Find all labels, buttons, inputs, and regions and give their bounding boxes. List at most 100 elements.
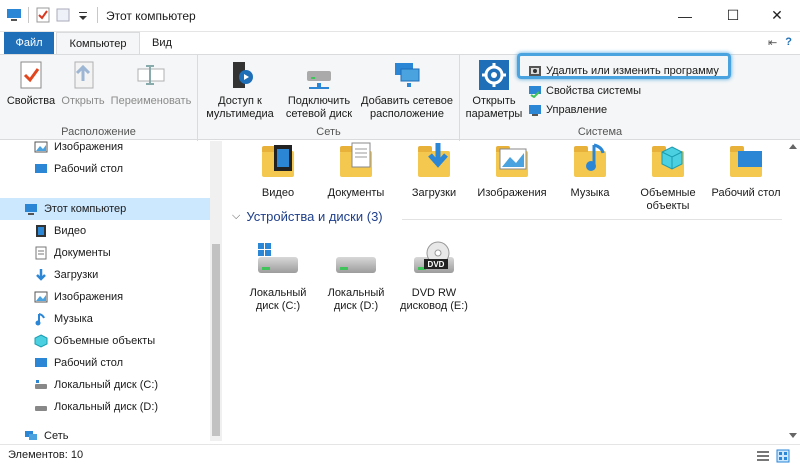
nav-scrollbar[interactable] — [210, 141, 222, 441]
rename-button[interactable]: Переименовать — [108, 59, 194, 108]
network-icon — [24, 429, 38, 443]
nav-item-label: Загрузки — [54, 269, 99, 281]
video-folder-icon — [258, 141, 298, 181]
nav-item-label: Документы — [54, 247, 111, 259]
windows-drive-icon — [254, 241, 302, 281]
downloads-icon — [34, 268, 48, 282]
properties-icon — [15, 59, 47, 91]
nav-item-label: Музыка — [54, 313, 93, 325]
nav-item-label: Локальный диск (C:) — [54, 379, 159, 391]
dvd-drive-icon: DVD — [410, 241, 458, 281]
properties-label: Свойства — [6, 95, 56, 107]
maximize-button[interactable]: ☐ — [710, 0, 756, 31]
properties-icon[interactable] — [35, 7, 51, 23]
folder-label: Объемные объекты — [640, 187, 696, 212]
nav-item-video[interactable]: Видео — [0, 220, 210, 242]
nav-item-drive-c[interactable]: Локальный диск (C:) — [0, 374, 210, 396]
nav-item-3d-objects[interactable]: Объемные объекты — [0, 330, 210, 352]
group-label: Система — [577, 126, 623, 138]
map-drive-button[interactable]: Подключить сетевой диск — [282, 59, 356, 121]
nav-item-network[interactable]: Сеть — [0, 429, 210, 443]
nav-item-drive-d[interactable]: Локальный диск (D:) — [0, 396, 210, 418]
large-icons-view-icon[interactable] — [776, 449, 790, 466]
content-scrollbar[interactable] — [786, 141, 800, 441]
ribbon-tabs: Файл Компьютер Вид ⇤ ? — [0, 32, 800, 55]
folder-desktop[interactable]: Рабочий стол — [710, 141, 782, 200]
nav-item-label: Локальный диск (D:) — [54, 401, 159, 413]
nav-item-pictures[interactable]: Изображения — [0, 286, 210, 308]
details-view-icon[interactable] — [756, 449, 770, 466]
close-button[interactable]: ✕ — [754, 0, 800, 31]
music-folder-icon — [570, 141, 610, 181]
tab-file[interactable]: Файл — [4, 32, 54, 54]
nav-item-label: Этот компьютер — [44, 203, 127, 215]
folder-downloads[interactable]: Загрузки — [398, 141, 470, 200]
new-folder-icon[interactable] — [55, 7, 71, 23]
manage-icon — [528, 103, 542, 117]
scrollbar-thumb[interactable] — [212, 244, 220, 436]
open-icon — [67, 59, 99, 91]
status-bar: Элементов: 10 — [0, 444, 800, 466]
computer-icon — [6, 7, 22, 23]
section-divider — [402, 219, 782, 220]
video-icon — [34, 224, 48, 238]
folder-music[interactable]: Музыка — [554, 141, 626, 200]
add-network-location-button[interactable]: Добавить сетевое расположение — [358, 59, 456, 121]
nav-item-desktop[interactable]: Рабочий стол — [0, 352, 210, 374]
system-properties-button[interactable]: Свойства системы — [528, 82, 641, 100]
nav-item-pictures[interactable]: Изображения — [0, 136, 210, 158]
nav-item-desktop[interactable]: Рабочий стол — [0, 158, 210, 180]
dvd-badge: DVD — [427, 260, 445, 269]
tab-computer[interactable]: Компьютер — [56, 32, 140, 55]
drive-c[interactable]: Локальный диск (C:) — [242, 241, 314, 313]
divider — [28, 7, 29, 23]
add-network-location-label: Добавить сетевое расположение — [361, 95, 453, 120]
desktop-icon — [34, 162, 48, 176]
documents-folder-icon — [336, 141, 376, 181]
uninstall-highlight-frame — [517, 53, 731, 79]
nav-item-downloads[interactable]: Загрузки — [0, 264, 210, 286]
nav-item-label: Объемные объекты — [54, 335, 156, 347]
nav-item-this-pc[interactable]: Этот компьютер — [0, 198, 210, 220]
nav-item-music[interactable]: Музыка — [0, 308, 210, 330]
settings-gear-icon — [478, 59, 510, 91]
manage-button[interactable]: Управление — [528, 101, 607, 119]
devices-section-header[interactable]: ⌵ Устройства и диски (3) — [232, 209, 383, 224]
system-properties-icon — [528, 84, 542, 99]
map-drive-label: Подключить сетевой диск — [285, 95, 353, 120]
help-button[interactable]: ? — [785, 36, 792, 49]
open-button[interactable]: Открыть — [58, 59, 108, 108]
media-access-label: Доступ к мультимедиа — [206, 95, 274, 120]
folder-pictures[interactable]: Изображения — [476, 141, 548, 200]
minimize-button[interactable]: — — [662, 0, 708, 31]
qat-dropdown-icon[interactable] — [75, 7, 91, 23]
downloads-folder-icon — [414, 141, 454, 181]
nav-item-documents[interactable]: Документы — [0, 242, 210, 264]
system-properties-label: Свойства системы — [546, 85, 642, 97]
folder-3d-objects[interactable]: Объемные объекты — [632, 141, 704, 213]
pictures-icon — [34, 140, 48, 154]
pin-ribbon-button[interactable]: ⇤ — [768, 36, 777, 49]
3d-objects-icon — [34, 334, 48, 348]
folder-video[interactable]: Видео — [242, 141, 314, 200]
tab-view[interactable]: Вид — [142, 32, 182, 54]
folder-label: Видео — [261, 187, 295, 199]
drive-e[interactable]: DVD DVD RW дисковод (E:) — [398, 241, 470, 313]
folder-label: Музыка — [570, 187, 610, 199]
title-bar: Этот компьютер — ☐ ✕ — [0, 0, 800, 32]
drive-d[interactable]: Локальный диск (D:) — [320, 241, 392, 313]
folder-documents[interactable]: Документы — [320, 141, 392, 200]
nav-item-label: Рабочий стол — [54, 357, 124, 369]
chevron-down-icon[interactable]: ⌵ — [232, 210, 240, 223]
network-drive-icon — [303, 59, 335, 91]
quick-access-toolbar — [6, 7, 100, 23]
group-label: Сеть — [316, 126, 341, 138]
drive-label: DVD RW дисковод (E:) — [400, 287, 468, 312]
drive-icon — [332, 241, 380, 281]
media-access-button[interactable]: Доступ к мультимедиа — [204, 59, 276, 121]
nav-item-label: Сеть — [44, 430, 69, 442]
open-settings-button[interactable]: Открыть параметры — [464, 59, 524, 121]
drive-icon — [34, 378, 48, 392]
properties-button[interactable]: Свойства — [6, 59, 56, 108]
nav-item-label: Изображения — [54, 291, 124, 303]
